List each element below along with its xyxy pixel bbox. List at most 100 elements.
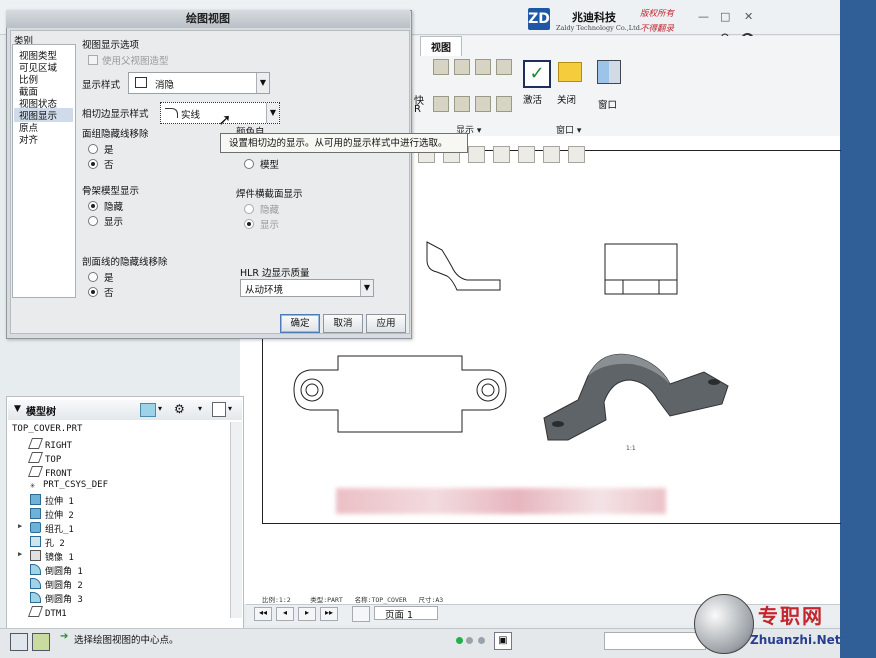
skeleton-hide-radio[interactable] [88, 201, 98, 211]
display-tool-icon[interactable] [475, 96, 491, 112]
cancel-button[interactable]: 取消 [323, 314, 363, 333]
tree-item-mirror-1[interactable]: ▶ 镜像 1 [18, 550, 74, 563]
tree-scrollbar[interactable] [230, 422, 242, 618]
tree-root[interactable]: TOP_COVER.PRT [12, 424, 82, 434]
close-window-button[interactable]: ✕ [744, 10, 753, 23]
restore-button[interactable]: □ [720, 10, 730, 23]
prev-page-button[interactable]: ◂ [276, 607, 294, 621]
hlr-quality-label: HLR 边显示质量 [240, 268, 310, 279]
weld-show-label: 显示 [260, 220, 280, 231]
brand-name-en: Zaldy Technology Co.,Ltd. [556, 24, 642, 32]
expand-icon[interactable]: ▶ [18, 522, 22, 530]
navigator-toggle-icon[interactable] [10, 633, 28, 651]
minimize-button[interactable]: — [698, 10, 709, 23]
ribbon [408, 36, 840, 137]
mirror-icon [30, 550, 41, 561]
tree-item-round-1[interactable]: 倒圆角 1 [30, 564, 83, 577]
tree-item-label: 倒圆角 3 [45, 595, 83, 605]
tree-item-dtm1[interactable]: DTM1 [27, 606, 67, 618]
tree-columns-dropdown-icon[interactable]: ▾ [228, 404, 232, 413]
radio-label-yes: 是 [104, 145, 114, 156]
display-tool-icon[interactable] [475, 59, 491, 75]
display-tool-icon[interactable] [496, 59, 512, 75]
close-button[interactable]: 关闭 [557, 92, 576, 106]
tree-item-extrude-2[interactable]: 拉伸 2 [30, 508, 74, 521]
color-model-radio[interactable] [244, 159, 254, 169]
display-tool-icon[interactable] [496, 96, 512, 112]
section-hidden-no-radio[interactable] [88, 287, 98, 297]
activate-button[interactable]: 激活 [523, 92, 542, 106]
drawing-status-line: 比例:1:2 类型:PART 名称:TOP_COVER 尺寸:A3 [262, 594, 443, 604]
display-tool-icon[interactable] [454, 96, 470, 112]
skeleton-show-radio[interactable] [88, 216, 98, 226]
hidden-line-removal-yes-radio[interactable] [88, 144, 98, 154]
tree-item-round-2[interactable]: 倒圆角 2 [30, 578, 83, 591]
datum-plane-icon [27, 438, 44, 449]
apply-button[interactable]: 应用 [366, 314, 406, 333]
tab-view[interactable]: 视图 [420, 36, 462, 56]
page-icon[interactable] [352, 606, 370, 622]
drawing-name: 名称:TOP_COVER [354, 596, 407, 604]
tree-display-icon[interactable] [140, 403, 156, 417]
tree-item-extrude-1[interactable]: 拉伸 1 [30, 494, 74, 507]
hlr-quality-select[interactable]: 从动环境 ▼ [240, 279, 374, 297]
csys-icon: ✳ [30, 481, 36, 491]
display-tool-icon[interactable] [433, 59, 449, 75]
radio-label-no: 否 [104, 288, 114, 299]
tree-item-hole-2[interactable]: 孔 2 [30, 536, 65, 549]
blurred-region [336, 488, 666, 514]
tangent-edge-value: 实线 [181, 110, 201, 121]
tree-item-label: 倒圆角 2 [45, 581, 83, 591]
tree-settings-icon[interactable]: ⚙ [174, 402, 185, 416]
tree-item-group-hole[interactable]: ▶ 组孔_1 [18, 522, 74, 535]
tree-item-round-3[interactable]: 倒圆角 3 [30, 592, 83, 605]
tree-item-right[interactable]: RIGHT [27, 438, 72, 451]
weld-show-radio[interactable] [244, 219, 254, 229]
isometric-view [543, 353, 729, 441]
weld-hide-radio[interactable] [244, 204, 254, 214]
drawing-size: 尺寸:A3 [418, 596, 444, 604]
selection-filter[interactable] [604, 632, 706, 650]
radio-label-hide: 隐藏 [104, 202, 124, 213]
tree-settings-dropdown-icon[interactable]: ▾ [198, 404, 202, 413]
first-page-button[interactable]: ◂◂ [254, 607, 272, 621]
tree-display-dropdown-icon[interactable]: ▾ [158, 404, 162, 413]
hidden-line-removal-no-radio[interactable] [88, 159, 98, 169]
weld-section-label: 焊件横截面显示 [236, 189, 303, 200]
section-hidden-line-label: 剖面线的隐藏线移除 [82, 257, 168, 268]
tree-collapse-icon[interactable]: ▼ [14, 404, 21, 414]
close-folder-icon[interactable] [558, 62, 582, 82]
tree-item-front[interactable]: FRONT [27, 466, 72, 479]
tree-item-label: 拉伸 1 [45, 497, 74, 507]
display-tool-icon[interactable] [454, 59, 470, 75]
last-page-button[interactable]: ▸▸ [320, 607, 338, 621]
group-icon [30, 522, 41, 533]
watermark-cn: 专职网 [758, 604, 824, 628]
next-page-button[interactable]: ▸ [298, 607, 316, 621]
find-icon[interactable]: ▣ [494, 632, 512, 650]
window-group-label[interactable]: 窗口 ▾ [556, 123, 581, 136]
tree-item-top[interactable]: TOP [27, 452, 61, 465]
datum-plane-icon [27, 466, 44, 477]
watermark-ball-logo [694, 594, 754, 654]
category-item[interactable]: 对齐 [19, 132, 38, 146]
section-hidden-yes-radio[interactable] [88, 272, 98, 282]
copyright-notice: 版权所有 不得翻录 [640, 7, 674, 37]
activate-icon[interactable]: ✓ [523, 60, 551, 88]
radio-label-yes: 是 [104, 273, 114, 284]
side-view [604, 243, 678, 295]
regen-status-icon [456, 637, 463, 644]
window-button[interactable]: 窗口 [598, 97, 617, 111]
mouse-cursor-icon: ➚ [218, 110, 232, 129]
tree-columns-icon[interactable] [212, 402, 226, 417]
expand-icon[interactable]: ▶ [18, 550, 22, 558]
use-parent-style-label: 使用父视图造型 [102, 56, 169, 67]
window-icon[interactable] [597, 60, 621, 84]
tree-item-csys[interactable]: ✳ PRT_CSYS_DEF [30, 480, 108, 491]
browser-toggle-icon[interactable] [32, 633, 50, 651]
display-tool-icon[interactable] [433, 96, 449, 112]
page-tab[interactable]: 页面 1 [374, 606, 438, 621]
ok-button[interactable]: 确定 [280, 314, 320, 333]
use-parent-style-checkbox[interactable] [88, 55, 98, 65]
display-style-select[interactable]: 消隐 ▼ [128, 72, 270, 94]
